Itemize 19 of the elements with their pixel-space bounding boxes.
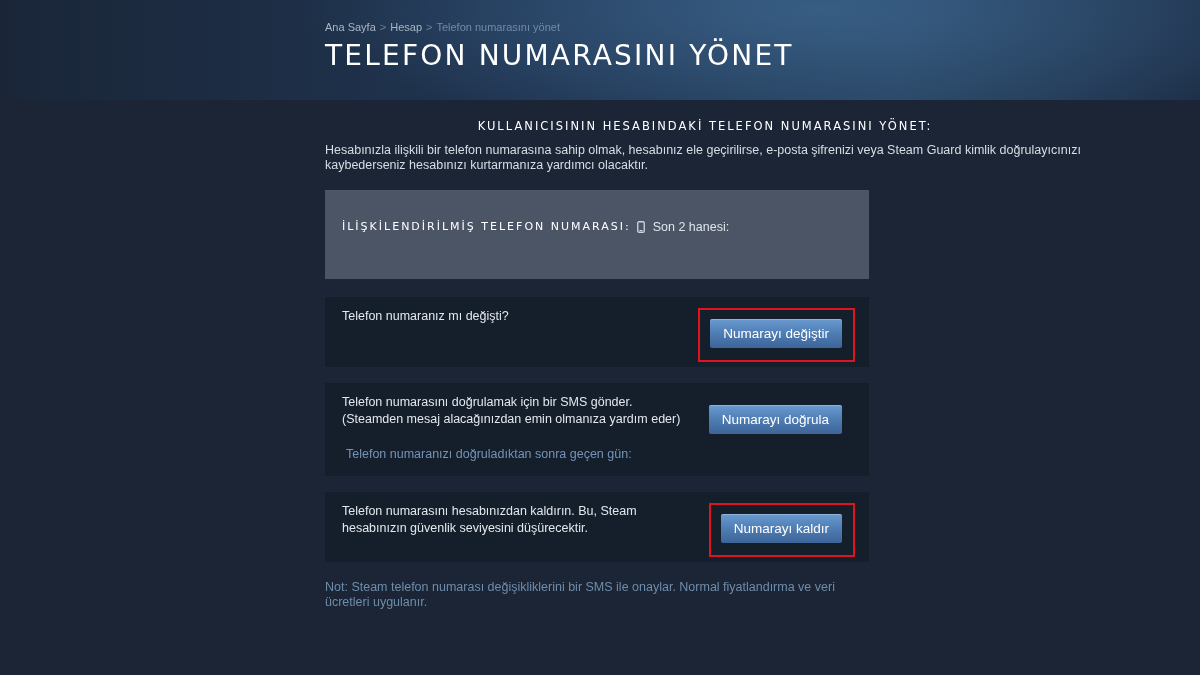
breadcrumb-separator: >: [426, 21, 433, 34]
action-description: Telefon numaranız mı değişti?: [342, 308, 510, 325]
action-description: Telefon numarasını hesabınızdan kaldırın. Bu, Steam hesabınızın güvenlik seviyesini düşürecektir.: [342, 503, 638, 537]
phone-icon: [636, 221, 645, 233]
action-description: Telefon numarasını doğrulamak için bir SMS gönder. (Steamden mesaj alacağınızdan emin olmanıza yardım eder): [342, 394, 682, 428]
page-title: TELEFON NUMARASINI YÖNET: [325, 38, 795, 74]
phone-number-label: İLİŞKİLENDİRİLMİŞ TELEFON NUMARASI:: [342, 219, 631, 235]
action-button[interactable]: Numarayı kaldır: [720, 514, 842, 543]
breadcrumb-separator: >: [379, 21, 387, 34]
breadcrumb-link[interactable]: Hesap: [390, 21, 422, 34]
last-digits-label: Son 2 hanesi:: [652, 219, 730, 235]
action-button[interactable]: Numarayı doğrula: [708, 405, 842, 434]
note-text: Not: Steam telefon numarası değişikliklerini bir SMS ile onaylar. Normal fiyatlandırma ve veri ücretleri uygulanır.: [325, 580, 836, 610]
section-heading: KULLANICISININ HESABINDAKİ TELEFON NUMARASINI YÖNET:: [477, 118, 933, 134]
breadcrumb-link[interactable]: Ana Sayfa: [325, 21, 376, 34]
verification-days-text: Telefon numaranızı doğruladıktan sonra geçen gün:: [345, 446, 633, 462]
action-button[interactable]: Numarayı değiştir: [710, 319, 842, 348]
breadcrumb-link[interactable]: Telefon numarasını yönet: [436, 21, 560, 34]
intro-text: Hesabınızla ilişkili bir telefon numarasına sahip olmak, hesabınız ele geçirilirse, e-posta şifrenizi veya Steam Guard kimlik doğrulayıcınızı kaybederseniz hesabınızı kurtarmanıza yardımcı olacaktır.: [325, 143, 1082, 173]
